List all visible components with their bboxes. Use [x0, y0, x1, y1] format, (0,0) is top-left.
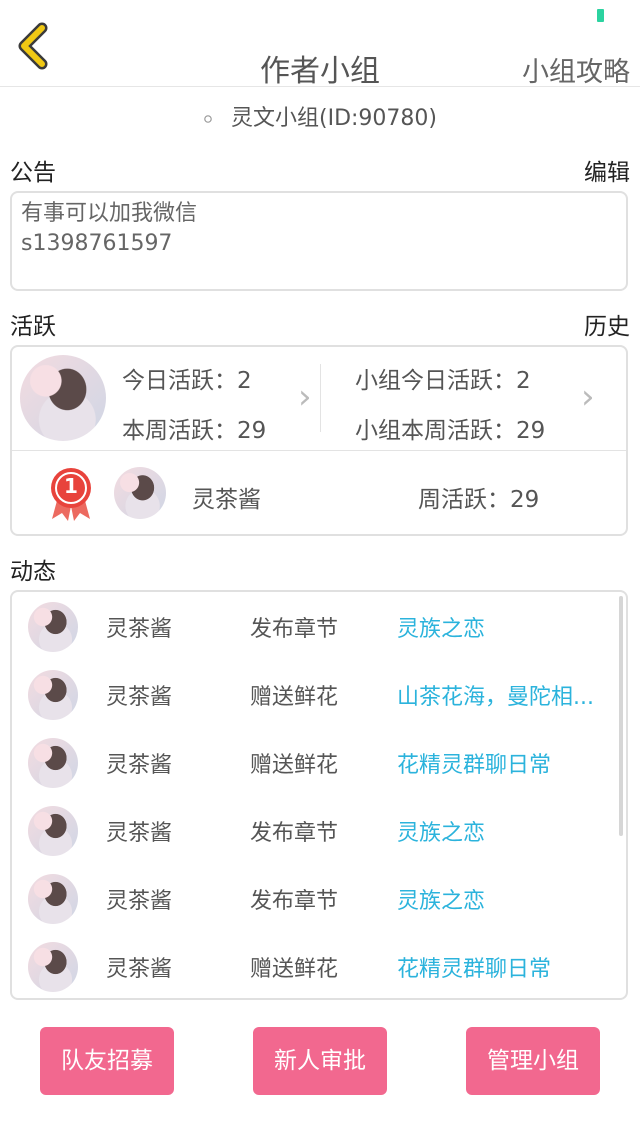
feed-user: 灵茶酱 — [106, 889, 173, 914]
avatar — [28, 806, 78, 856]
rank-weekly-activity: 周活跃：29 — [418, 487, 540, 513]
list-item[interactable]: 灵茶酱 发布章节 灵族之恋 — [12, 592, 626, 660]
feed-target-link[interactable]: 灵族之恋 — [397, 883, 617, 915]
avatar — [20, 355, 106, 441]
feed-action: 发布章节 — [250, 821, 339, 846]
avatar — [28, 670, 78, 720]
feed-user: 灵茶酱 — [106, 821, 173, 846]
notice-label: 公告 — [10, 160, 56, 186]
list-item[interactable]: 灵茶酱 赠送鲜花 花精灵群聊日常 — [12, 932, 626, 998]
group-name: 灵文小组(ID:90780) — [231, 106, 437, 131]
activity-card: 今日活跃：2 本周活跃：29 › 小组今日活跃：2 小组本周活跃：29 › 1 … — [10, 345, 628, 536]
divider — [12, 450, 626, 451]
feed-action: 赠送鲜花 — [250, 957, 339, 982]
avatar[interactable] — [114, 467, 166, 519]
week-activity: 本周活跃：29 — [122, 418, 267, 444]
today-activity: 今日活跃：2 — [122, 368, 252, 394]
group-guide-link[interactable]: 小组攻略 — [522, 50, 630, 89]
avatar — [28, 874, 78, 924]
feed-label: 动态 — [10, 559, 56, 585]
feed-action: 发布章节 — [250, 889, 339, 914]
rank-medal-icon: 1 — [48, 467, 94, 523]
activity-label: 活跃 — [10, 314, 56, 340]
chevron-right-icon[interactable]: › — [298, 377, 312, 417]
feed-user: 灵茶酱 — [106, 753, 173, 778]
list-item[interactable]: 灵茶酱 赠送鲜花 山茶花海，曼陀相... — [12, 660, 626, 728]
list-item[interactable]: 灵茶酱 发布章节 灵族之恋 — [12, 864, 626, 932]
group-activity[interactable]: 小组今日活跃：2 小组本周活跃：29 — [355, 355, 575, 444]
feed-user: 灵茶酱 — [106, 957, 173, 982]
feed-action: 赠送鲜花 — [250, 753, 339, 778]
personal-activity[interactable]: 今日活跃：2 本周活跃：29 — [122, 355, 322, 444]
list-item[interactable]: 灵茶酱 发布章节 灵族之恋 — [12, 796, 626, 864]
list-item[interactable]: 灵茶酱 赠送鲜花 花精灵群聊日常 — [12, 728, 626, 796]
rank-user-name: 灵茶酱 — [192, 487, 261, 513]
manage-group-button[interactable]: 管理小组 — [466, 1027, 600, 1095]
status-indicator — [597, 9, 604, 22]
scrollbar[interactable] — [619, 596, 623, 836]
rank-number: 1 — [64, 474, 78, 498]
notice-text: 有事可以加我微信 s1398761597 — [10, 191, 628, 291]
feed-target-link[interactable]: 花精灵群聊日常 — [397, 951, 617, 983]
history-button[interactable]: 历史 — [584, 307, 630, 341]
feed-target-link[interactable]: 灵族之恋 — [397, 815, 617, 847]
edit-notice-button[interactable]: 编辑 — [584, 153, 630, 187]
feed-target-link[interactable]: 灵族之恋 — [397, 611, 617, 643]
avatar — [28, 738, 78, 788]
group-week-activity: 小组本周活跃：29 — [355, 418, 546, 444]
avatar — [28, 942, 78, 992]
feed-list: 灵茶酱 发布章节 灵族之恋 灵茶酱 赠送鲜花 山茶花海，曼陀相... 灵茶酱 赠… — [10, 590, 628, 1000]
feed-user: 灵茶酱 — [106, 685, 173, 710]
divider — [320, 364, 321, 432]
chevron-right-icon[interactable]: › — [581, 377, 595, 417]
feed-target-link[interactable]: 山茶花海，曼陀相... — [397, 679, 617, 711]
avatar — [28, 602, 78, 652]
group-icon — [204, 115, 212, 123]
recruit-button[interactable]: 队友招募 — [40, 1027, 174, 1095]
feed-user: 灵茶酱 — [106, 617, 173, 642]
feed-action: 赠送鲜花 — [250, 685, 339, 710]
group-info: 灵文小组(ID:90780) — [0, 100, 640, 132]
header-divider — [0, 86, 640, 87]
feed-action: 发布章节 — [250, 617, 339, 642]
feed-target-link[interactable]: 花精灵群聊日常 — [397, 747, 617, 779]
group-today-activity: 小组今日活跃：2 — [355, 368, 531, 394]
approve-button[interactable]: 新人审批 — [253, 1027, 387, 1095]
